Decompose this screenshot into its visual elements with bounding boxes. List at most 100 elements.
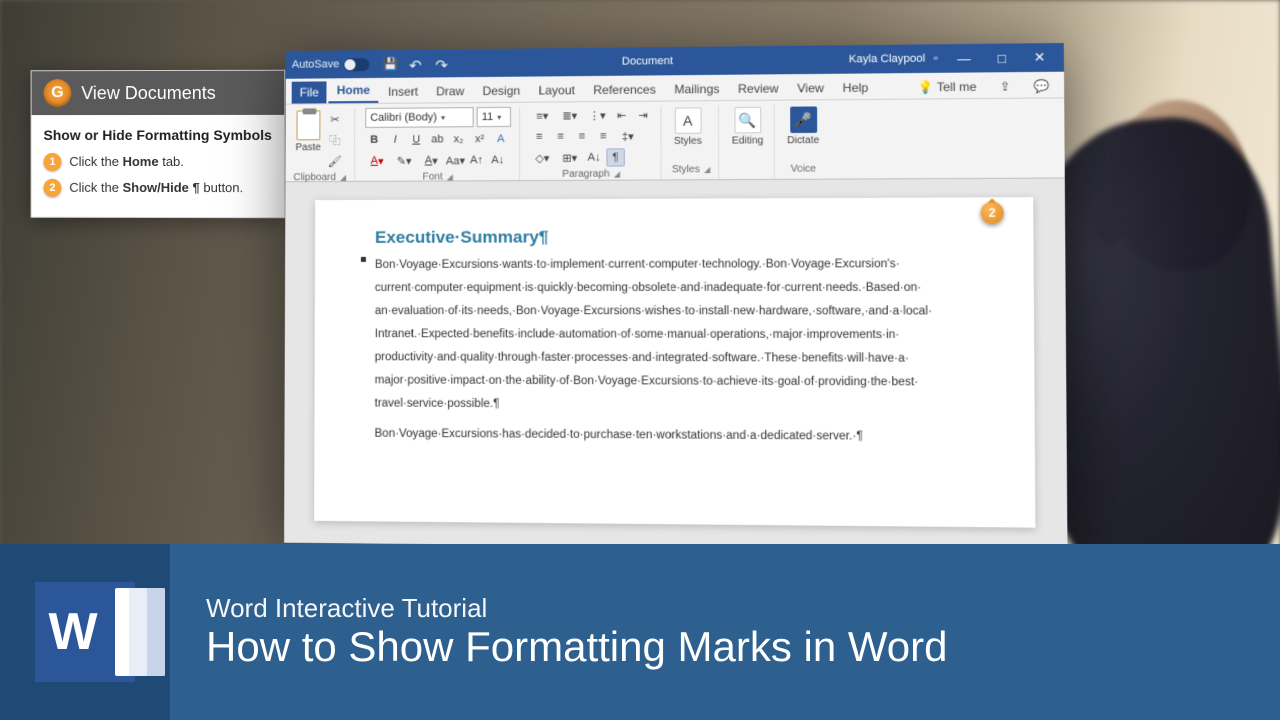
cut-button[interactable]: ✂ (326, 110, 344, 128)
tab-mailings[interactable]: Mailings (666, 78, 728, 101)
tab-draw[interactable]: Draw (428, 80, 472, 102)
styles-icon: A (674, 107, 701, 133)
show-hide-button[interactable]: ¶ (606, 148, 624, 166)
document-title: Document (449, 53, 849, 69)
text-effects-button[interactable]: A (492, 130, 510, 148)
font-launcher-icon[interactable]: ◢ (447, 172, 453, 181)
align-center-button[interactable]: ≡ (551, 127, 569, 145)
step-1-text: Click the Home tab. (69, 153, 184, 171)
editing-label (730, 162, 766, 177)
decrease-indent-button[interactable]: ⇤ (612, 106, 630, 124)
font-color-button[interactable]: A▾ (365, 152, 389, 170)
dictate-icon: 🎤 (790, 106, 817, 133)
bottom-banner: W Word Interactive Tutorial How to Show … (0, 544, 1280, 720)
italic-button[interactable]: I (386, 131, 404, 149)
step-1: 1 Click the Home tab. (43, 153, 272, 171)
justify-button[interactable]: ≡ (594, 127, 612, 145)
tab-view[interactable]: View (789, 77, 832, 100)
paragraph-1[interactable]: Bon·Voyage·Excursions·wants·to·implement… (375, 253, 984, 419)
document-area[interactable]: Executive·Summary¶ Bon·Voyage·Excursions… (284, 179, 1067, 551)
editing-button[interactable]: 🔍Editing (730, 105, 766, 149)
tab-review[interactable]: Review (730, 77, 787, 100)
increase-indent-button[interactable]: ⇥ (634, 106, 652, 124)
editing-btn-label: Editing (732, 135, 764, 146)
align-right-button[interactable]: ≡ (573, 127, 591, 145)
document-page[interactable]: Executive·Summary¶ Bon·Voyage·Excursions… (314, 197, 1035, 527)
tab-home[interactable]: Home (329, 79, 378, 103)
user-name: Kayla Claypool (849, 53, 926, 66)
group-styles: AStyles Styles ◢ (670, 105, 720, 179)
bold-button[interactable]: B (365, 131, 383, 149)
tab-references[interactable]: References (585, 78, 664, 101)
line-spacing-button[interactable]: ‡▾ (616, 127, 641, 145)
group-font: Calibri (Body)▾ 11▾ B I U ab x₂ x² A A▾ … (363, 107, 520, 181)
tab-file[interactable]: File (292, 81, 327, 103)
close-button[interactable]: ✕ (1022, 46, 1058, 69)
paste-button[interactable]: Paste (293, 108, 323, 155)
tab-insert[interactable]: Insert (380, 81, 426, 103)
tab-design[interactable]: Design (474, 80, 528, 103)
strikethrough-button[interactable]: ab (428, 130, 446, 148)
align-left-button[interactable]: ≡ (530, 128, 548, 146)
paste-icon (296, 110, 320, 140)
autosave-label: AutoSave (292, 58, 339, 70)
undo-icon[interactable] (409, 57, 423, 71)
shrink-font-button[interactable]: A↓ (489, 151, 507, 169)
group-paragraph: ≡▾ ≣▾ ⋮▾ ⇤ ⇥ ≡ ≡ ≡ ≡ ‡▾ ◇▾ ⊞▾ A↓ ¶ (528, 106, 661, 180)
step-2-text: Click the Show/Hide ¶ button. (69, 179, 243, 197)
underline-button[interactable]: U (407, 131, 425, 149)
subscript-button[interactable]: x₂ (449, 130, 467, 148)
grow-font-button[interactable]: A↑ (468, 151, 486, 169)
superscript-button[interactable]: x² (471, 130, 489, 148)
maximize-button[interactable]: □ (984, 46, 1020, 69)
minimize-button[interactable]: — (946, 47, 982, 70)
step-1-badge: 1 (43, 153, 61, 171)
heading-executive-summary[interactable]: Executive·Summary¶ (375, 226, 983, 248)
paragraph-2[interactable]: Bon·Voyage·Excursions·has·decided·to·pur… (374, 424, 984, 450)
paragraph-launcher-icon[interactable]: ◢ (614, 170, 620, 179)
clipboard-launcher-icon[interactable]: ◢ (340, 173, 346, 182)
bullets-button[interactable]: ≡▾ (530, 106, 554, 124)
user-area[interactable]: Kayla Claypool ▫ (849, 52, 938, 65)
sidebar-header: G View Documents (32, 71, 285, 115)
sort-button[interactable]: A↓ (585, 148, 603, 166)
group-clipboard: Paste ✂ ⿻ 🖌 Clipboard◢ (291, 108, 355, 181)
banner-logo-area: W (0, 544, 170, 720)
numbering-button[interactable]: ≣▾ (558, 106, 582, 124)
multilevel-button[interactable]: ⋮▾ (585, 106, 609, 124)
font-color2-button[interactable]: A▾ (419, 151, 443, 169)
borders-button[interactable]: ⊞▾ (558, 149, 582, 167)
autosave-toggle[interactable]: AutoSave (292, 58, 369, 72)
banner-subtitle: Word Interactive Tutorial (206, 593, 1280, 624)
autosave-switch-icon[interactable] (343, 58, 369, 71)
sidebar-body: Show or Hide Formatting Symbols 1 Click … (32, 115, 285, 217)
change-case-button[interactable]: Aa▾ (446, 151, 464, 169)
font-size-combo[interactable]: 11▾ (477, 107, 511, 127)
shading-button[interactable]: ◇▾ (530, 149, 554, 167)
highlight-button[interactable]: ✎▾ (392, 152, 416, 170)
word-window: AutoSave Document Kayla Claypool ▫ — □ ✕… (284, 43, 1067, 551)
dictate-button[interactable]: 🎤Dictate (785, 104, 822, 148)
save-icon[interactable] (383, 57, 397, 71)
logo-g-icon: G (43, 79, 71, 107)
styles-label: Styles (672, 164, 700, 175)
tell-me[interactable]: 💡 Tell me (909, 75, 985, 98)
styles-button[interactable]: AStyles (672, 105, 704, 149)
voice-label: Voice (791, 163, 816, 174)
editing-icon: 🔍 (734, 107, 761, 134)
paste-label: Paste (295, 142, 320, 153)
font-name-combo[interactable]: Calibri (Body)▾ (365, 107, 473, 128)
format-painter-button[interactable]: 🖌 (326, 152, 344, 170)
tab-layout[interactable]: Layout (530, 79, 583, 102)
tab-help[interactable]: Help (834, 76, 876, 99)
comments-button[interactable]: 💬 (1025, 75, 1058, 98)
redo-icon[interactable] (435, 56, 449, 70)
tutorial-sidebar: G View Documents Show or Hide Formatting… (31, 70, 286, 218)
styles-launcher-icon[interactable]: ◢ (704, 165, 710, 174)
share-button[interactable]: ⇪ (991, 75, 1019, 98)
paragraph-label: Paragraph (562, 169, 610, 180)
copy-button[interactable]: ⿻ (326, 131, 344, 149)
ribbon-display-icon[interactable]: ▫ (934, 52, 938, 64)
step-2-callout: 2 (980, 201, 1003, 224)
bullet-icon (361, 257, 366, 262)
